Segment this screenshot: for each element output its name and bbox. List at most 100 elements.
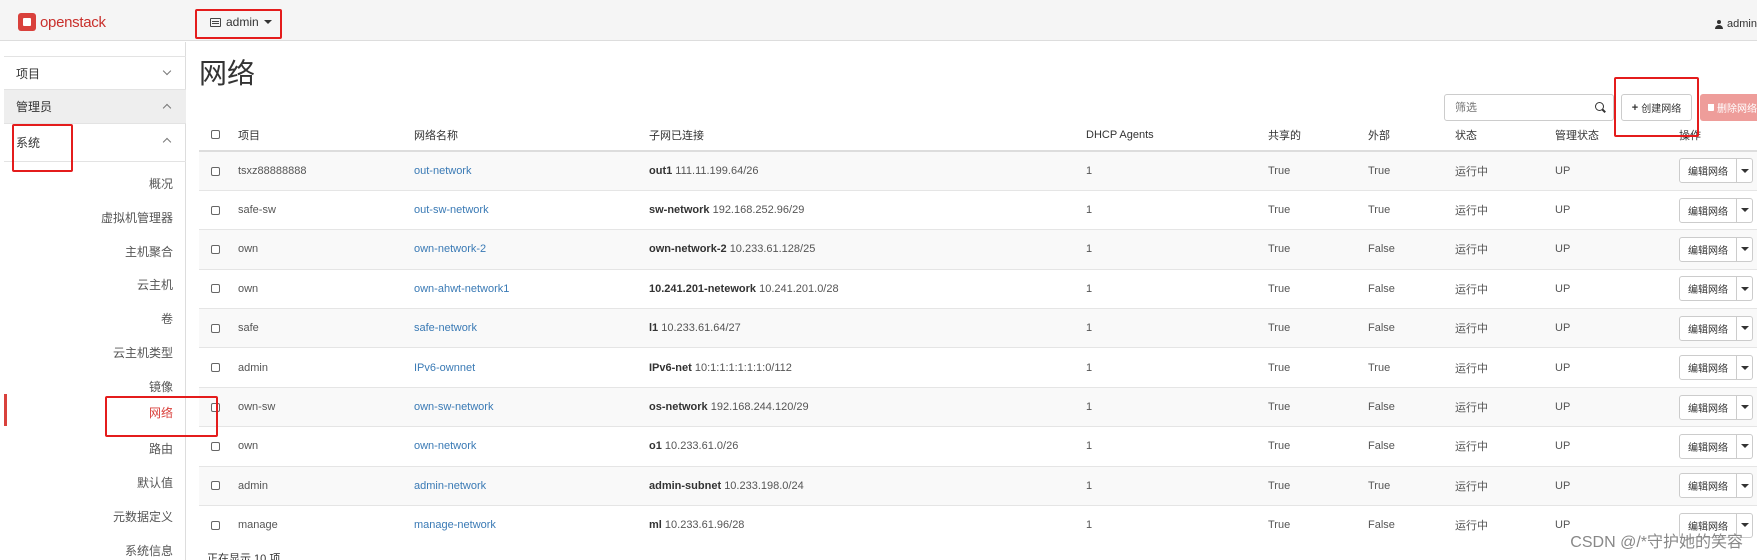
actions-cell: 编辑网络 <box>1679 308 1757 348</box>
sidebar-section-admin[interactable]: 管理员 <box>4 90 186 124</box>
subnets-cell: out1 111.11.199.64/26 <box>649 150 1086 191</box>
row-actions-dropdown[interactable] <box>1737 355 1753 381</box>
edit-network-button[interactable]: 编辑网络 <box>1679 394 1737 420</box>
sidebar-item-metadata-definitions[interactable]: 元数据定义 <box>113 508 173 525</box>
sidebar-item-images[interactable]: 镜像 <box>149 378 173 395</box>
sidebar-item-host-aggregates[interactable]: 主机聚合 <box>125 243 173 260</box>
row-checkbox[interactable] <box>211 205 220 215</box>
network-name-link[interactable]: IPv6-ownnet <box>414 362 475 374</box>
column-header-subnets[interactable]: 子网已连接 <box>649 119 1086 152</box>
row-select-cell <box>199 308 238 348</box>
network-name-link[interactable]: safe-network <box>414 322 477 334</box>
row-checkbox[interactable] <box>211 442 220 452</box>
network-name-link[interactable]: own-ahwt-network1 <box>414 283 509 295</box>
row-checkbox[interactable] <box>211 323 220 333</box>
external-cell: False <box>1368 268 1455 309</box>
row-actions-dropdown[interactable] <box>1737 236 1753 262</box>
row-checkbox[interactable] <box>211 284 220 294</box>
project-cell: admin <box>238 465 414 506</box>
edit-network-button[interactable]: 编辑网络 <box>1679 473 1737 499</box>
chevron-up-icon <box>162 103 172 113</box>
sidebar-item-volumes[interactable]: 卷 <box>161 310 173 327</box>
row-actions-dropdown[interactable] <box>1737 276 1753 302</box>
edit-network-button[interactable]: 编辑网络 <box>1679 276 1737 302</box>
column-header-external[interactable]: 外部 <box>1368 119 1455 152</box>
external-cell: False <box>1368 308 1455 348</box>
dhcp-agents-cell: 1 <box>1086 347 1268 388</box>
annotation-box-project-switcher <box>195 9 282 39</box>
edit-network-button[interactable]: 编辑网络 <box>1679 433 1737 459</box>
user-menu[interactable]: admin <box>1715 18 1757 30</box>
network-name-link[interactable]: own-sw-network <box>414 401 493 413</box>
item-count-footer: 正在显示 10 项 <box>207 553 281 560</box>
row-checkbox[interactable] <box>211 363 220 373</box>
row-actions-dropdown[interactable] <box>1737 315 1753 341</box>
table-row: tsxz88888888 out-network out1 111.11.199.6… <box>199 150 1757 191</box>
delete-networks-button[interactable]: 删除网络 <box>1700 94 1757 121</box>
row-select-cell <box>199 150 238 191</box>
sidebar-item-routers[interactable]: 路由 <box>149 440 173 457</box>
edit-network-button[interactable]: 编辑网络 <box>1679 236 1737 262</box>
active-item-indicator <box>4 394 7 426</box>
sidebar-item-hypervisors[interactable]: 虚拟机管理器 <box>101 209 173 226</box>
page-title: 网络 <box>199 58 256 89</box>
actions-cell: 编辑网络 <box>1679 268 1757 309</box>
subnets-cell: ml 10.233.61.96/28 <box>649 505 1086 545</box>
table-row: own-sw own-sw-network os-network 192.168.2… <box>199 386 1757 427</box>
actions-cell: 编辑网络 <box>1679 347 1757 388</box>
row-actions-dropdown[interactable] <box>1737 394 1753 420</box>
row-actions-dropdown[interactable] <box>1737 197 1753 223</box>
external-cell: True <box>1368 465 1455 506</box>
network-name-link[interactable]: manage-network <box>414 519 496 531</box>
delete-networks-label: 删除网络 <box>1717 104 1757 115</box>
edit-network-button[interactable]: 编辑网络 <box>1679 158 1737 184</box>
caret-down-icon <box>1740 326 1749 331</box>
row-checkbox[interactable] <box>211 245 220 255</box>
sidebar-item-overview[interactable]: 概况 <box>149 175 173 192</box>
status-cell: 运行中 <box>1455 426 1555 467</box>
subnet-cidr: 111.11.199.64/26 <box>675 164 759 177</box>
row-actions-dropdown[interactable] <box>1737 433 1753 459</box>
sidebar-section-label: 管理员 <box>16 100 53 114</box>
network-name-link[interactable]: own-network <box>414 440 476 452</box>
sidebar-item-instances[interactable]: 云主机 <box>137 276 173 293</box>
row-checkbox[interactable] <box>211 521 220 531</box>
column-header-network-name[interactable]: 网络名称 <box>414 119 649 152</box>
caret-down-icon <box>1740 168 1749 173</box>
network-name-link[interactable]: out-sw-network <box>414 204 489 216</box>
network-name-cell: safe-network <box>414 308 649 348</box>
project-cell: own <box>238 268 414 309</box>
subnets-cell: admin-subnet 10.233.198.0/24 <box>649 465 1086 506</box>
column-header-project[interactable]: 项目 <box>238 119 414 152</box>
row-select-cell <box>199 465 238 506</box>
sidebar-item-defaults[interactable]: 默认值 <box>137 474 173 491</box>
filter-input[interactable] <box>1445 95 1585 120</box>
column-header-status[interactable]: 状态 <box>1455 119 1555 152</box>
edit-network-button[interactable]: 编辑网络 <box>1679 355 1737 381</box>
status-cell: 运行中 <box>1455 308 1555 348</box>
row-actions-dropdown[interactable] <box>1737 473 1753 499</box>
openstack-logo[interactable]: openstack <box>18 12 106 32</box>
table-row: own own-network o1 10.233.61.0/26 1 True Fals… <box>199 426 1757 467</box>
row-checkbox[interactable] <box>211 481 220 491</box>
sidebar-item-system-info[interactable]: 系统信息 <box>125 542 173 559</box>
select-all-checkbox[interactable] <box>211 130 220 140</box>
column-header-shared[interactable]: 共享的 <box>1268 119 1368 152</box>
column-header-dhcp-agents[interactable]: DHCP Agents <box>1086 119 1268 152</box>
search-icon[interactable] <box>1595 102 1605 112</box>
subnet-name: o1 <box>649 440 662 453</box>
subnets-cell: IPv6-net 10:1:1:1:1:1:1:0/112 <box>649 347 1086 388</box>
row-actions-dropdown[interactable] <box>1737 158 1753 184</box>
edit-network-button[interactable]: 编辑网络 <box>1679 315 1737 341</box>
sidebar-item-flavors[interactable]: 云主机类型 <box>113 344 173 361</box>
network-name-link[interactable]: out-network <box>414 165 471 177</box>
sidebar-section-label: 项目 <box>16 66 41 81</box>
edit-network-button[interactable]: 编辑网络 <box>1679 197 1737 223</box>
filter-search-box <box>1444 94 1614 121</box>
row-checkbox[interactable] <box>211 166 220 176</box>
sidebar-section-project[interactable]: 项目 <box>4 56 186 90</box>
project-cell: safe-sw <box>238 189 414 230</box>
network-name-link[interactable]: own-network-2 <box>414 243 486 255</box>
network-name-cell: own-network-2 <box>414 229 649 270</box>
network-name-link[interactable]: admin-network <box>414 480 486 492</box>
